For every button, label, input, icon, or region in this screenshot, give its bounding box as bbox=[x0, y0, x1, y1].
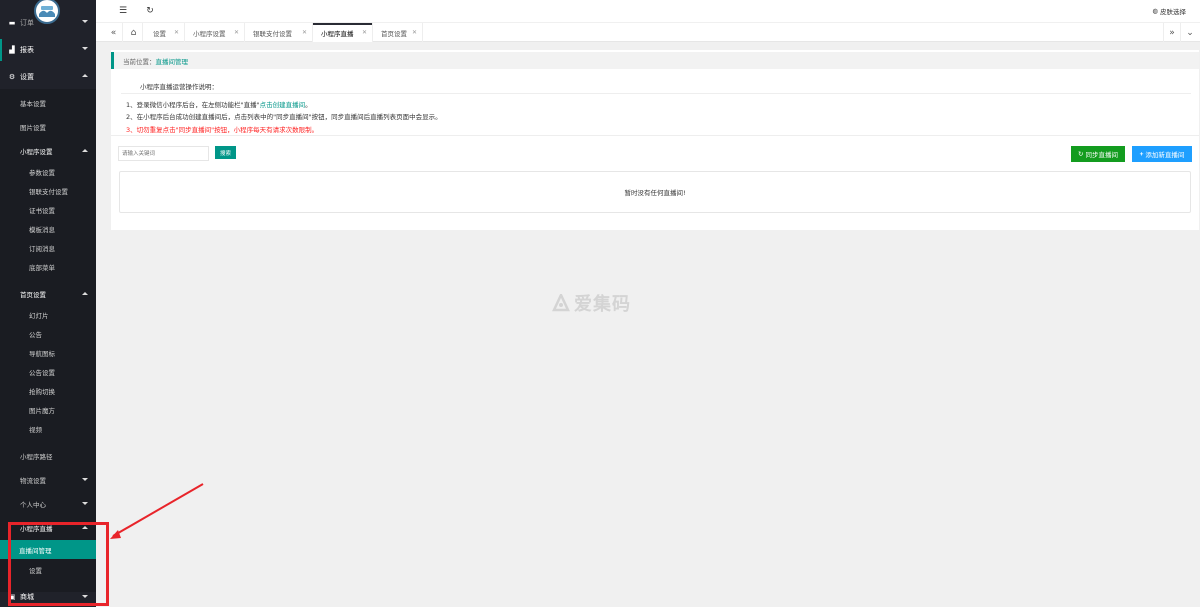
submenu-item-basic-settings[interactable]: 基本设置 bbox=[0, 93, 96, 112]
sidebar-item-label: 设置 bbox=[20, 73, 34, 81]
sidebar-item-settings[interactable]: ⚙ 设置 bbox=[0, 66, 96, 88]
tab-settings[interactable]: 设置 ✕ bbox=[145, 23, 185, 42]
empty-state: 暂时没有任何直播间! bbox=[119, 171, 1191, 213]
submenu-item-notice[interactable]: 公告 bbox=[0, 324, 96, 343]
add-live-button[interactable]: + 添加新直播间 bbox=[1132, 146, 1192, 162]
submenu-item-notice-settings[interactable]: 公告设置 bbox=[0, 362, 96, 381]
submenu-group-label: 物流设置 bbox=[20, 476, 46, 485]
submenu-item-video[interactable]: 视频 bbox=[0, 419, 96, 438]
chevron-down-icon bbox=[82, 20, 88, 23]
sidebar-item-orders[interactable]: ▬ 订单 bbox=[0, 12, 96, 34]
breadcrumb-prefix: 当前位置： bbox=[123, 57, 156, 66]
submenu-item-subscribe-msg[interactable]: 订阅消息 bbox=[0, 238, 96, 257]
tab-miniapp-settings[interactable]: 小程序设置 ✕ bbox=[185, 23, 245, 42]
refresh-icon[interactable]: ↻ bbox=[144, 5, 156, 17]
chevron-up-icon bbox=[82, 292, 88, 295]
tab-label: 银联支付设置 bbox=[253, 29, 292, 38]
chevron-down-icon[interactable]: ⌄ bbox=[1181, 23, 1199, 42]
close-icon[interactable]: ✕ bbox=[362, 29, 367, 36]
submenu-group-miniapp-settings[interactable]: 小程序设置 bbox=[0, 141, 96, 160]
sync-live-label: 同步直播间 bbox=[1085, 152, 1118, 159]
submenu-item-certificate[interactable]: 证书设置 bbox=[0, 200, 96, 219]
instruction-line-2: 2、在小程序后台成功创建直播间后，点击列表中的"同步直播间"按钮，同步直播间后直… bbox=[126, 113, 442, 121]
tab-miniapp-live[interactable]: 小程序直播 ✕ bbox=[313, 23, 373, 42]
breadcrumb: 当前位置： 直播间管理 bbox=[111, 52, 1199, 69]
submenu-item-slides[interactable]: 幻灯片 bbox=[0, 305, 96, 324]
instruction-line-3-warning: 3、切勿重复点击"同步直播间"按钮，小程序每天有请求次数限制。 bbox=[126, 126, 319, 134]
list-icon: ▬ bbox=[8, 19, 16, 27]
bar-chart-icon: ▟ bbox=[9, 46, 15, 54]
search-button[interactable]: 搜索 bbox=[215, 146, 236, 159]
search-input[interactable] bbox=[118, 146, 209, 161]
tab-home-settings[interactable]: 首页设置 ✕ bbox=[373, 23, 423, 42]
tab-label: 小程序直播 bbox=[321, 29, 354, 38]
tab-label: 小程序设置 bbox=[193, 29, 226, 38]
submenu-item-miniapp-path[interactable]: 小程序路径 bbox=[0, 446, 96, 465]
instruction-text: 1、登录微信小程序后台，在左侧功能栏"直播" bbox=[126, 101, 260, 109]
submenu-item-template-msg[interactable]: 模板消息 bbox=[0, 219, 96, 238]
chevron-down-icon bbox=[82, 47, 88, 50]
submenu-item-params[interactable]: 参数设置 bbox=[0, 162, 96, 181]
sidebar-item-label: 订单 bbox=[20, 19, 34, 27]
content-panel: 当前位置： 直播间管理 小程序直播运营操作说明： 1、登录微信小程序后台，在左侧… bbox=[111, 50, 1199, 230]
refresh-icon: ↻ bbox=[1078, 151, 1084, 158]
tab-label: 首页设置 bbox=[381, 29, 407, 38]
add-live-label: 添加新直播间 bbox=[1145, 152, 1185, 159]
create-live-link[interactable]: 点击创建直播间 bbox=[260, 101, 306, 109]
instructions-heading: 小程序直播运营操作说明： bbox=[140, 83, 218, 91]
submenu-group-label: 个人中心 bbox=[20, 500, 46, 509]
chevron-down-icon bbox=[82, 502, 88, 505]
breadcrumb-current[interactable]: 直播间管理 bbox=[156, 56, 189, 66]
watermark-text: 爱集码 bbox=[574, 294, 631, 315]
close-icon[interactable]: ✕ bbox=[234, 29, 239, 36]
plus-icon: + bbox=[1139, 150, 1144, 158]
divider bbox=[121, 93, 1191, 94]
close-icon[interactable]: ✕ bbox=[302, 29, 307, 36]
submenu-item-image-cube[interactable]: 图片魔方 bbox=[0, 400, 96, 419]
skin-label: 皮肤选择 bbox=[1160, 8, 1186, 16]
sidebar: ▬ 订单 ▟ 报表 ⚙ 设置 基本设置 图片设置 小程序设置 参数设置 银联支付… bbox=[0, 0, 96, 607]
sidebar-item-reports[interactable]: ▟ 报表 bbox=[0, 39, 96, 61]
instruction-text: 。 bbox=[305, 101, 312, 109]
gear-icon: ⚙ bbox=[8, 73, 16, 81]
submenu-item-unionpay[interactable]: 银联支付设置 bbox=[0, 181, 96, 200]
chevron-down-icon bbox=[82, 478, 88, 481]
chevron-up-icon bbox=[82, 149, 88, 152]
palette-icon: ◍ bbox=[1152, 7, 1158, 15]
home-icon[interactable]: ⌂ bbox=[125, 23, 143, 42]
menu-toggle-icon[interactable]: ☰ bbox=[117, 5, 129, 17]
instruction-line-1: 1、登录微信小程序后台，在左侧功能栏"直播"点击创建直播间。 bbox=[126, 99, 312, 109]
watermark: 爱集码 bbox=[552, 290, 631, 316]
submenu-group-personal[interactable]: 个人中心 bbox=[0, 494, 96, 513]
submenu-group-home-settings[interactable]: 首页设置 bbox=[0, 284, 96, 303]
submenu-item-nav-icons[interactable]: 导航图标 bbox=[0, 343, 96, 362]
annotation-highlight-box bbox=[8, 522, 109, 606]
watermark-logo-icon bbox=[552, 294, 570, 312]
submenu-group-label: 首页设置 bbox=[20, 290, 46, 299]
submenu-group-logistics[interactable]: 物流设置 bbox=[0, 470, 96, 489]
top-bar: ☰ ↻ ◍ 皮肤选择 bbox=[96, 0, 1200, 23]
tab-label: 设置 bbox=[153, 29, 166, 38]
submenu-item-bottom-menu[interactable]: 底部菜单 bbox=[0, 257, 96, 276]
submenu-group-label: 小程序设置 bbox=[20, 147, 53, 156]
submenu-item-image-settings[interactable]: 图片设置 bbox=[0, 117, 96, 136]
tab-scroll-left-icon[interactable]: « bbox=[105, 23, 123, 42]
submenu-item-flash-sale[interactable]: 抢购切换 bbox=[0, 381, 96, 400]
instructions-block: 小程序直播运营操作说明： 1、登录微信小程序后台，在左侧功能栏"直播"点击创建直… bbox=[111, 72, 1199, 136]
tab-unionpay-settings[interactable]: 银联支付设置 ✕ bbox=[245, 23, 313, 42]
sidebar-item-label: 报表 bbox=[20, 46, 34, 54]
tab-bar: « ⌂ 设置 ✕ 小程序设置 ✕ 银联支付设置 ✕ 小程序直播 ✕ 首页设置 ✕ » ⌄ bbox=[96, 23, 1200, 42]
close-icon[interactable]: ✕ bbox=[174, 29, 179, 36]
chevron-up-icon bbox=[82, 74, 88, 77]
tab-scroll-right-icon[interactable]: » bbox=[1163, 23, 1181, 42]
sync-live-button[interactable]: ↻ 同步直播间 bbox=[1071, 146, 1125, 162]
close-icon[interactable]: ✕ bbox=[412, 29, 417, 36]
skin-selector[interactable]: ◍ 皮肤选择 bbox=[1152, 6, 1186, 16]
